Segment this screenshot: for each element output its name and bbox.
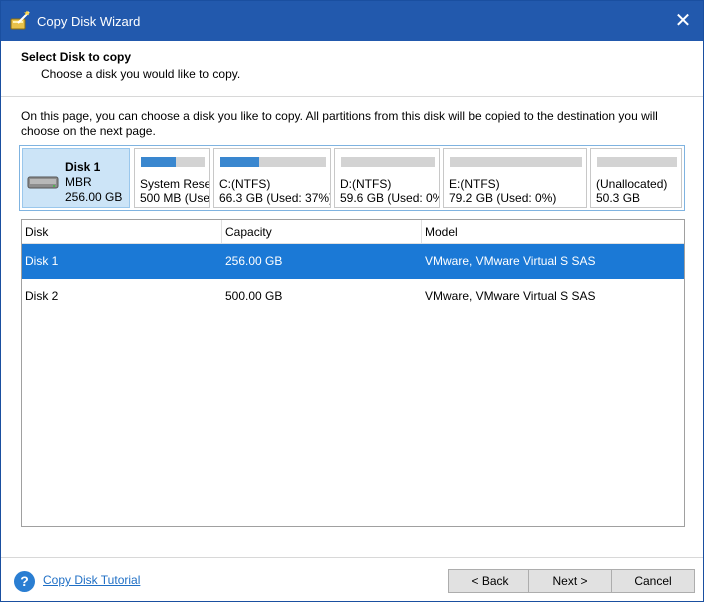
copy-disk-tutorial-link[interactable]: Copy Disk Tutorial	[43, 573, 140, 587]
wizard-header: Select Disk to copy Choose a disk you wo…	[1, 41, 703, 97]
cancel-button[interactable]: Cancel	[611, 569, 695, 593]
partition-d[interactable]: D:(NTFS) 59.6 GB (Used: 0%)	[334, 148, 440, 208]
table-header: Disk Capacity Model	[22, 220, 684, 244]
partition-usage-bar	[450, 157, 582, 167]
table-row[interactable]: Disk 1 256.00 GB VMware, VMware Virtual …	[22, 244, 684, 279]
column-header-capacity[interactable]: Capacity	[222, 220, 422, 244]
cell-model: VMware, VMware Virtual S SAS	[425, 289, 596, 303]
back-button[interactable]: < Back	[448, 569, 532, 593]
wizard-wand-icon	[10, 10, 30, 30]
partition-name: C:(NTFS)	[219, 177, 271, 191]
partition-name: E:(NTFS)	[449, 177, 500, 191]
title-bar: Copy Disk Wizard ✕	[1, 1, 703, 41]
cell-capacity: 256.00 GB	[225, 254, 283, 268]
disk-map-disk-name: Disk 1	[65, 160, 101, 174]
help-icon[interactable]: ?	[14, 571, 35, 592]
disk-map-disk-card[interactable]: Disk 1 MBR 256.00 GB	[22, 148, 130, 208]
page-description: On this page, you can choose a disk you …	[21, 109, 658, 138]
cell-disk: Disk 1	[25, 254, 59, 268]
table-row[interactable]: Disk 2 500.00 GB VMware, VMware Virtual …	[22, 279, 684, 314]
partition-name: D:(NTFS)	[340, 177, 392, 191]
partition-usage-bar	[341, 157, 435, 167]
column-header-model[interactable]: Model	[422, 220, 684, 244]
partition-usage-bar	[220, 157, 326, 167]
cell-disk: Disk 2	[25, 289, 59, 303]
partition-c[interactable]: C:(NTFS) 66.3 GB (Used: 37%)	[213, 148, 331, 208]
window-title: Copy Disk Wizard	[37, 14, 141, 29]
disk-map-disk-size: 256.00 GB	[65, 190, 123, 204]
partition-e[interactable]: E:(NTFS) 79.2 GB (Used: 0%)	[443, 148, 587, 208]
partition-usage-bar	[141, 157, 205, 167]
disk-map[interactable]: Disk 1 MBR 256.00 GB System Reser 500 MB…	[19, 145, 685, 211]
copy-disk-wizard-window: Copy Disk Wizard ✕ Select Disk to copy C…	[0, 0, 704, 602]
disk-map-disk-type: MBR	[65, 175, 92, 189]
column-header-disk[interactable]: Disk	[22, 220, 222, 244]
page-subtitle: Choose a disk you would like to copy.	[41, 67, 241, 81]
close-icon[interactable]: ✕	[669, 7, 697, 35]
partition-info: 66.3 GB (Used: 37%)	[219, 191, 331, 205]
wizard-footer: ? Copy Disk Tutorial < Back Next > Cance…	[1, 557, 703, 601]
partition-name: System Reser	[140, 177, 210, 191]
next-button[interactable]: Next >	[528, 569, 612, 593]
partition-info: 500 MB (Usec	[140, 191, 210, 205]
disk-list-table[interactable]: Disk Capacity Model Disk 1 256.00 GB VMw…	[21, 219, 685, 527]
partition-usage-fill	[141, 157, 177, 167]
hard-disk-icon	[27, 176, 59, 189]
cell-capacity: 500.00 GB	[225, 289, 283, 303]
page-title: Select Disk to copy	[21, 50, 132, 64]
partition-info: 50.3 GB	[596, 191, 641, 205]
partition-name: (Unallocated)	[596, 177, 668, 191]
cell-model: VMware, VMware Virtual S SAS	[425, 254, 596, 268]
partition-usage-fill	[220, 157, 260, 167]
partition-unallocated[interactable]: (Unallocated) 50.3 GB	[590, 148, 682, 208]
partition-info: 79.2 GB (Used: 0%)	[449, 191, 557, 205]
partition-usage-bar	[597, 157, 677, 167]
partition-info: 59.6 GB (Used: 0%)	[340, 191, 440, 205]
partition-system-reserved[interactable]: System Reser 500 MB (Usec	[134, 148, 210, 208]
